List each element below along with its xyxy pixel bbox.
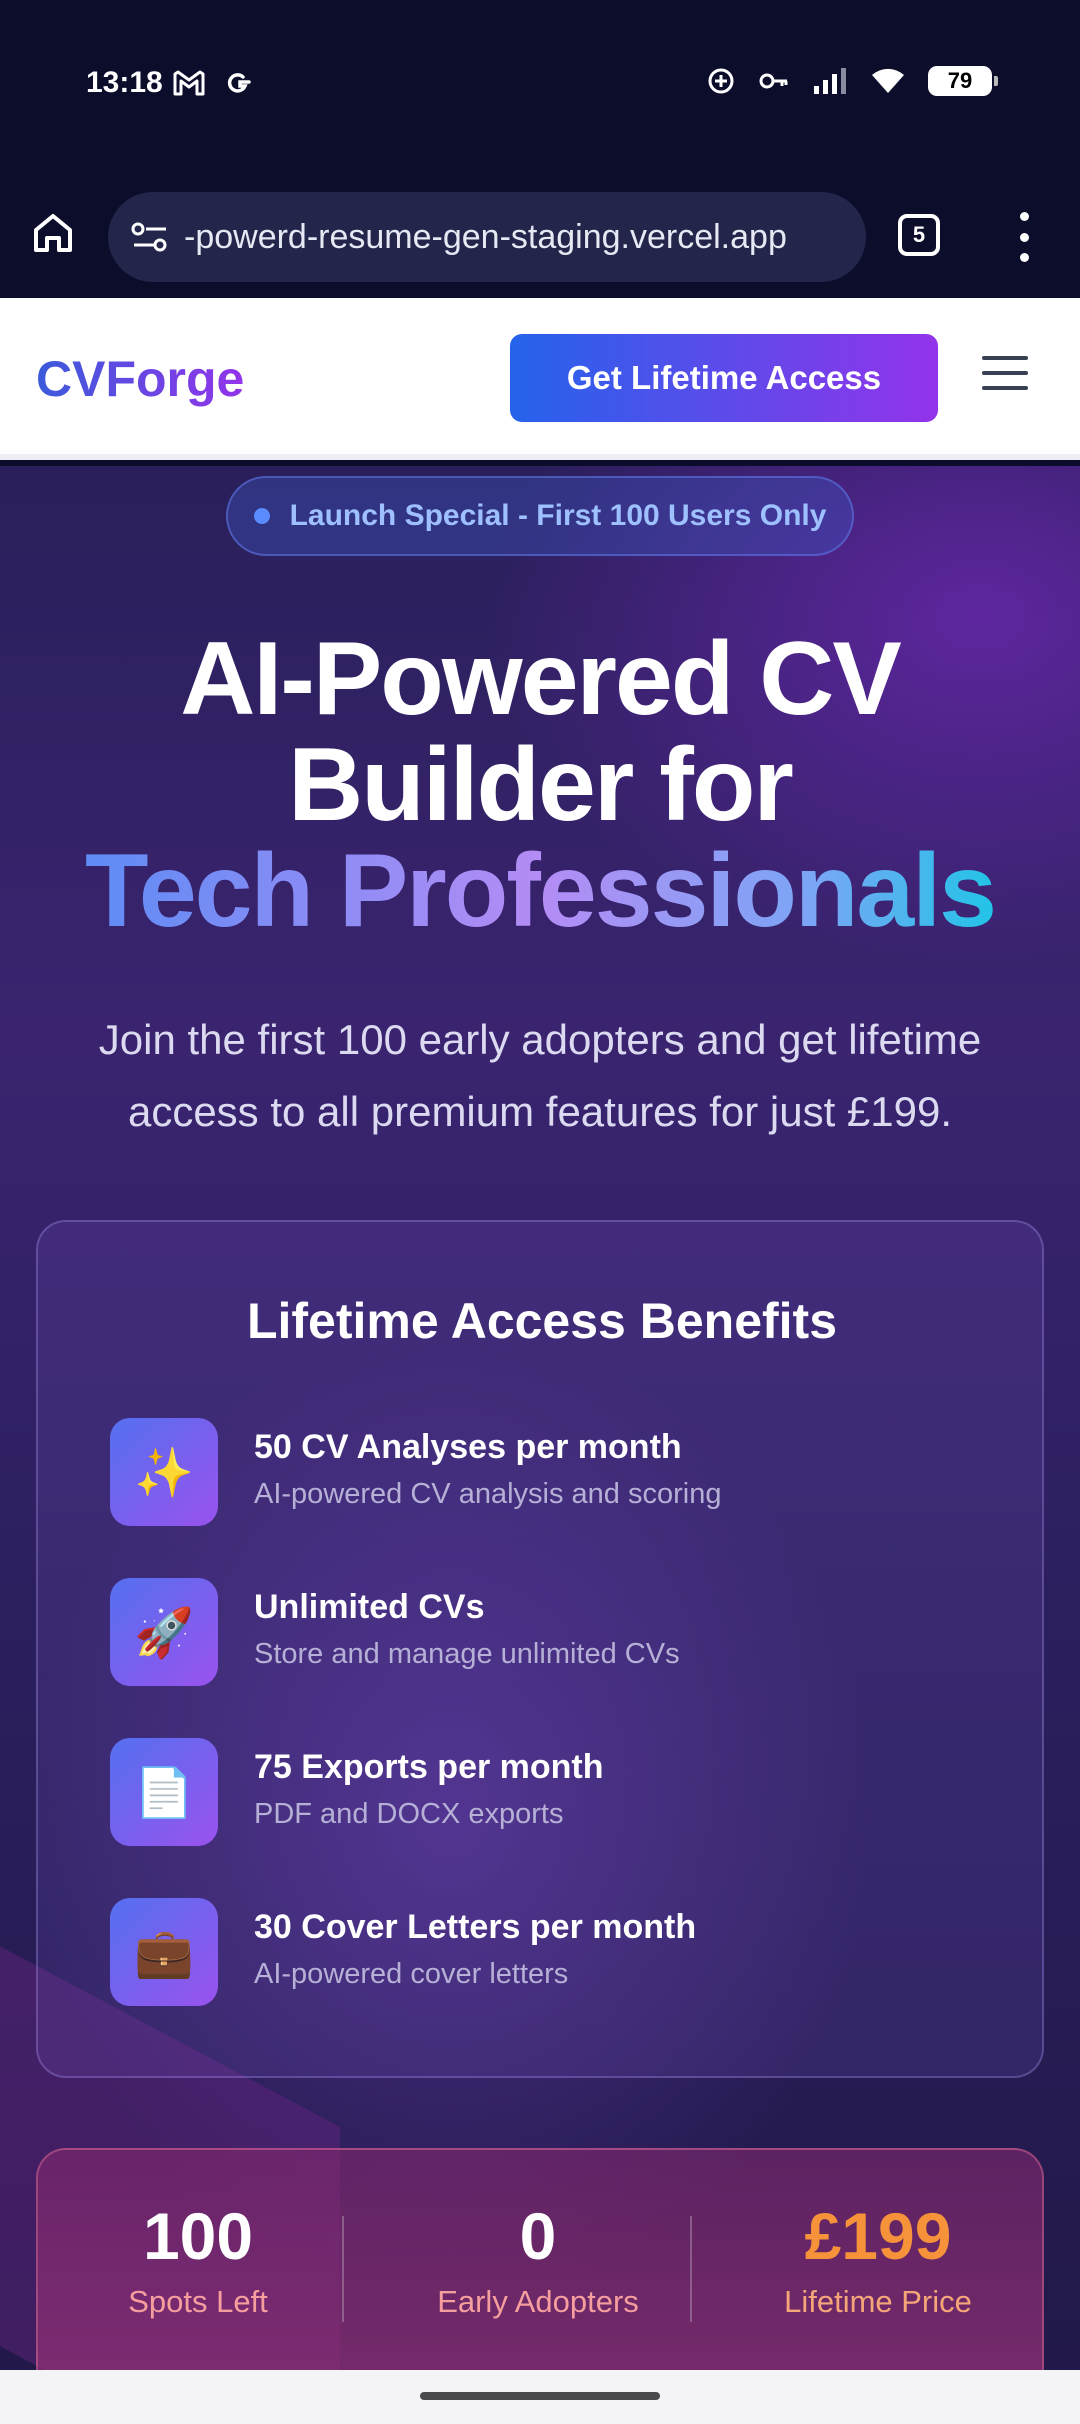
status-right-icons: 79 [706,66,998,96]
stat-value: 100 [142,2199,254,2273]
benefit-item: ✨ 50 CV Analyses per month AI-powered CV… [110,1418,990,1526]
stats-card: 100 Spots Left 0 Early Adopters £199 Lif… [36,2148,1044,2370]
gesture-handle[interactable] [420,2392,660,2400]
stat-label: Early Adopters [437,2284,639,2319]
home-icon [34,214,72,252]
briefcase-icon: 💼 [110,1898,218,2006]
benefit-item: 💼 30 Cover Letters per month AI-powered … [110,1898,990,2006]
stat-value: £199 [804,2199,952,2273]
logo[interactable]: CVForge [36,350,244,408]
badge-text: Launch Special - First 100 Users Only [289,499,827,532]
benefit-item: 📄 75 Exports per month PDF and DOCX expo… [110,1738,990,1846]
browser-toolbar: -powerd-resume-gen-staging.vercel.app 5 [0,180,1080,298]
stat-value: 0 [519,2199,557,2273]
gmail-icon [173,70,205,96]
hamburger-menu-icon[interactable] [982,356,1028,390]
site-header: CVForge Get Lifetime Access [0,298,1080,460]
hero-title: AI-Powered CV Builder for Tech Professio… [0,626,1080,944]
stat-divider [690,2216,692,2322]
stat-divider [342,2216,344,2322]
hero-title-line-2: Builder for [288,727,794,843]
hero-section: Launch Special - First 100 Users Only AI… [0,466,1080,2370]
status-left-icons [172,68,254,98]
wifi-icon [872,68,904,93]
benefit-description: PDF and DOCX exports [254,1798,564,1830]
address-bar[interactable]: -powerd-resume-gen-staging.vercel.app [108,192,866,282]
document-icon: 📄 [110,1738,218,1846]
benefits-title: Lifetime Access Benefits [246,1293,838,1349]
get-lifetime-access-button[interactable]: Get Lifetime Access [510,334,938,422]
signal-icon [814,68,846,94]
hero-title-line-1: AI-Powered CV [180,621,901,737]
hero-subtitle: Join the first 100 early adopters and ge… [98,1016,982,1135]
benefit-title: 50 CV Analyses per month [254,1428,682,1466]
stat-spots-left: 100 Spots Left [98,2200,298,2320]
battery-indicator: 79 [928,66,998,96]
stat-label: Spots Left [128,2284,268,2319]
sparkles-icon: ✨ [110,1418,218,1526]
google-icon [227,73,251,93]
benefit-title: 75 Exports per month [254,1748,604,1786]
navigation-bar [0,2370,1080,2424]
status-bar: 13:18 79 [0,0,1080,180]
stat-early-adopters: 0 Early Adopters [378,2200,698,2320]
benefit-title: Unlimited CVs [254,1588,485,1626]
stat-label: Lifetime Price [784,2284,972,2319]
url-text: -powerd-resume-gen-staging.vercel.app [184,217,787,256]
status-time: 13:18 [86,66,163,99]
stat-lifetime-price: £199 Lifetime Price [728,2200,1028,2320]
badge-dot [253,508,270,524]
data-saver-icon [708,68,734,94]
more-options-icon[interactable] [1014,212,1034,262]
launch-special-badge: Launch Special - First 100 Users Only [226,476,854,556]
benefits-card: Lifetime Access Benefits ✨ 50 CV Analyse… [36,1220,1044,2078]
home-button[interactable] [28,208,78,258]
site-settings-icon[interactable] [124,211,176,263]
rocket-icon: 🚀 [110,1578,218,1686]
vpn-key-icon [759,73,788,89]
benefit-description: Store and manage unlimited CVs [254,1638,680,1670]
tab-switcher-button[interactable]: 5 [898,214,940,256]
hero-title-highlight: Tech Professionals [85,833,997,949]
benefit-description: AI-powered cover letters [254,1958,569,1990]
benefit-title: 30 Cover Letters per month [254,1908,697,1946]
benefit-description: AI-powered CV analysis and scoring [254,1478,722,1510]
benefit-item: 🚀 Unlimited CVs Store and manage unlimit… [110,1578,990,1686]
